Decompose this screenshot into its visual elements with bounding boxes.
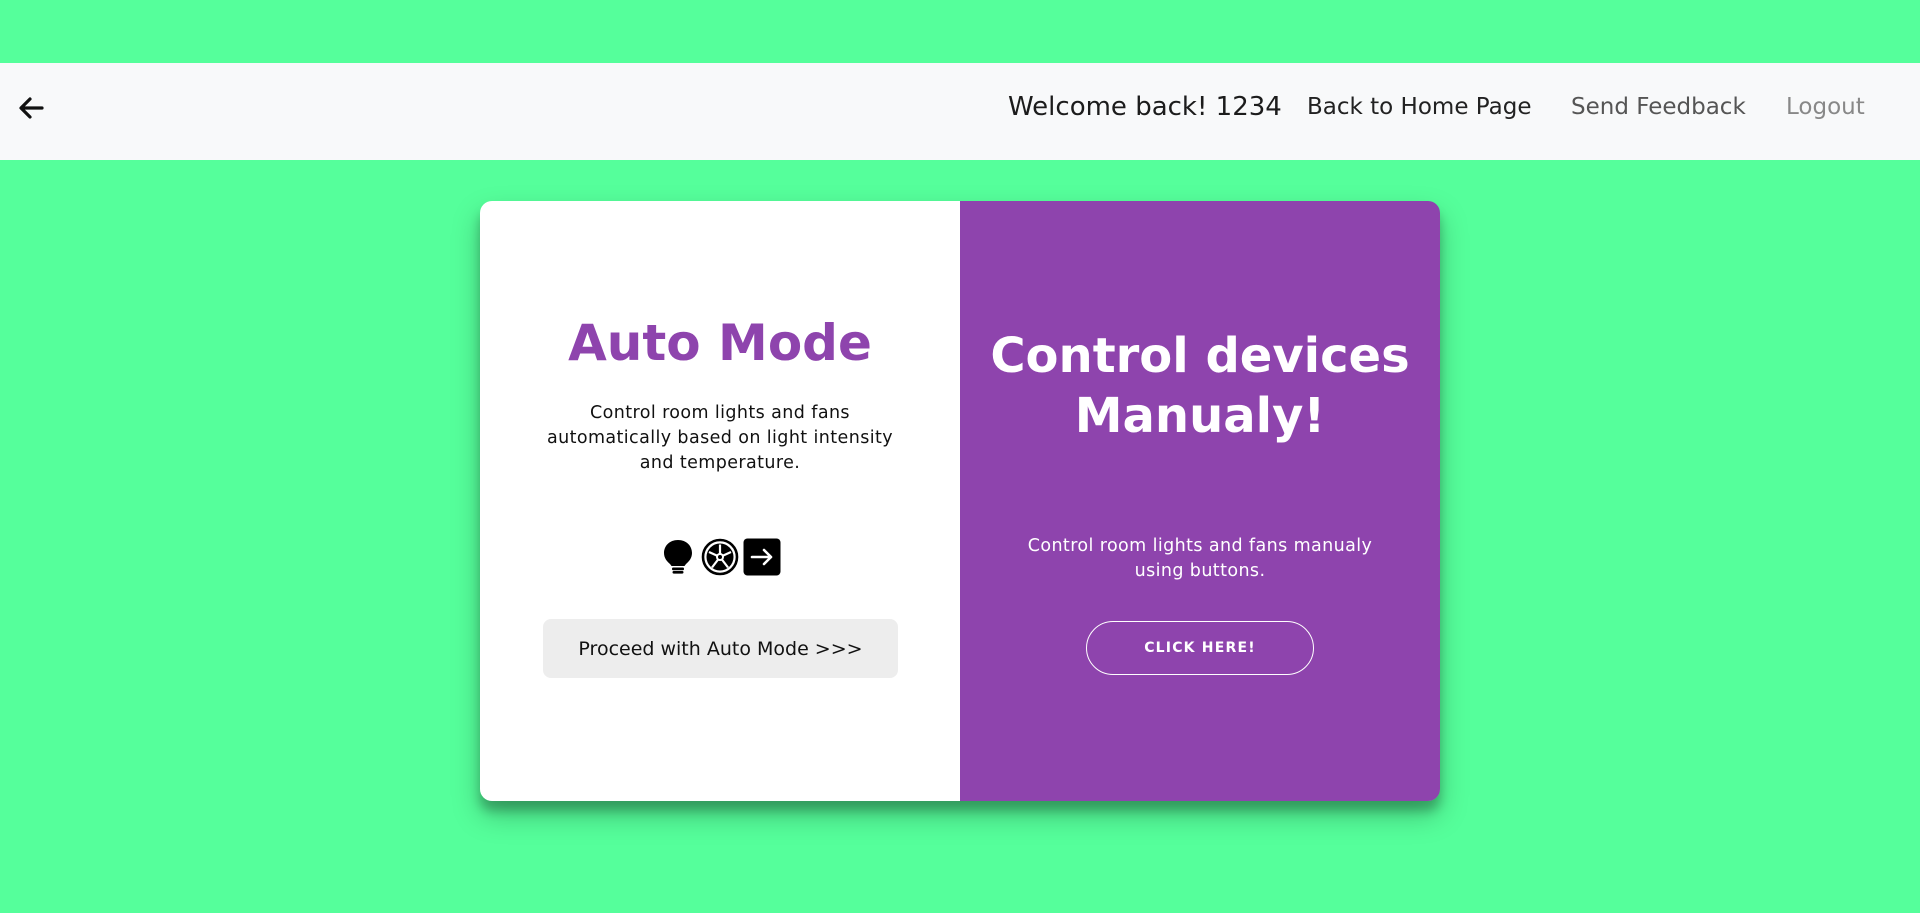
arrow-right-square-icon <box>743 538 781 576</box>
auto-mode-icons <box>659 537 781 577</box>
logout-link[interactable]: Logout <box>1786 92 1865 122</box>
manual-mode-button[interactable]: Click here! <box>1086 621 1314 675</box>
auto-mode-panel: Auto Mode Control room lights and fans a… <box>480 201 960 801</box>
welcome-message: Welcome back! 1234 <box>1008 92 1282 122</box>
auto-mode-description: Control room lights and fans automatical… <box>546 403 894 473</box>
back-arrow-icon[interactable] <box>18 95 44 121</box>
manual-mode-panel: Control devices Manualy! Control room li… <box>960 201 1440 801</box>
mode-selection-card: Auto Mode Control room lights and fans a… <box>480 201 1440 801</box>
lightbulb-icon <box>659 538 697 576</box>
send-feedback-link[interactable]: Send Feedback <box>1571 92 1746 122</box>
back-to-home-link[interactable]: Back to Home Page <box>1307 92 1531 122</box>
top-navbar: Welcome back! 1234 Back to Home Page Sen… <box>0 63 1920 160</box>
fan-icon <box>701 538 739 576</box>
manual-mode-title: Control devices Manualy! <box>990 328 1410 444</box>
manual-mode-description: Control room lights and fans manualy usi… <box>1027 536 1373 581</box>
auto-mode-title: Auto Mode <box>568 314 872 372</box>
proceed-auto-mode-button[interactable]: Proceed with Auto Mode >>> <box>543 619 898 678</box>
